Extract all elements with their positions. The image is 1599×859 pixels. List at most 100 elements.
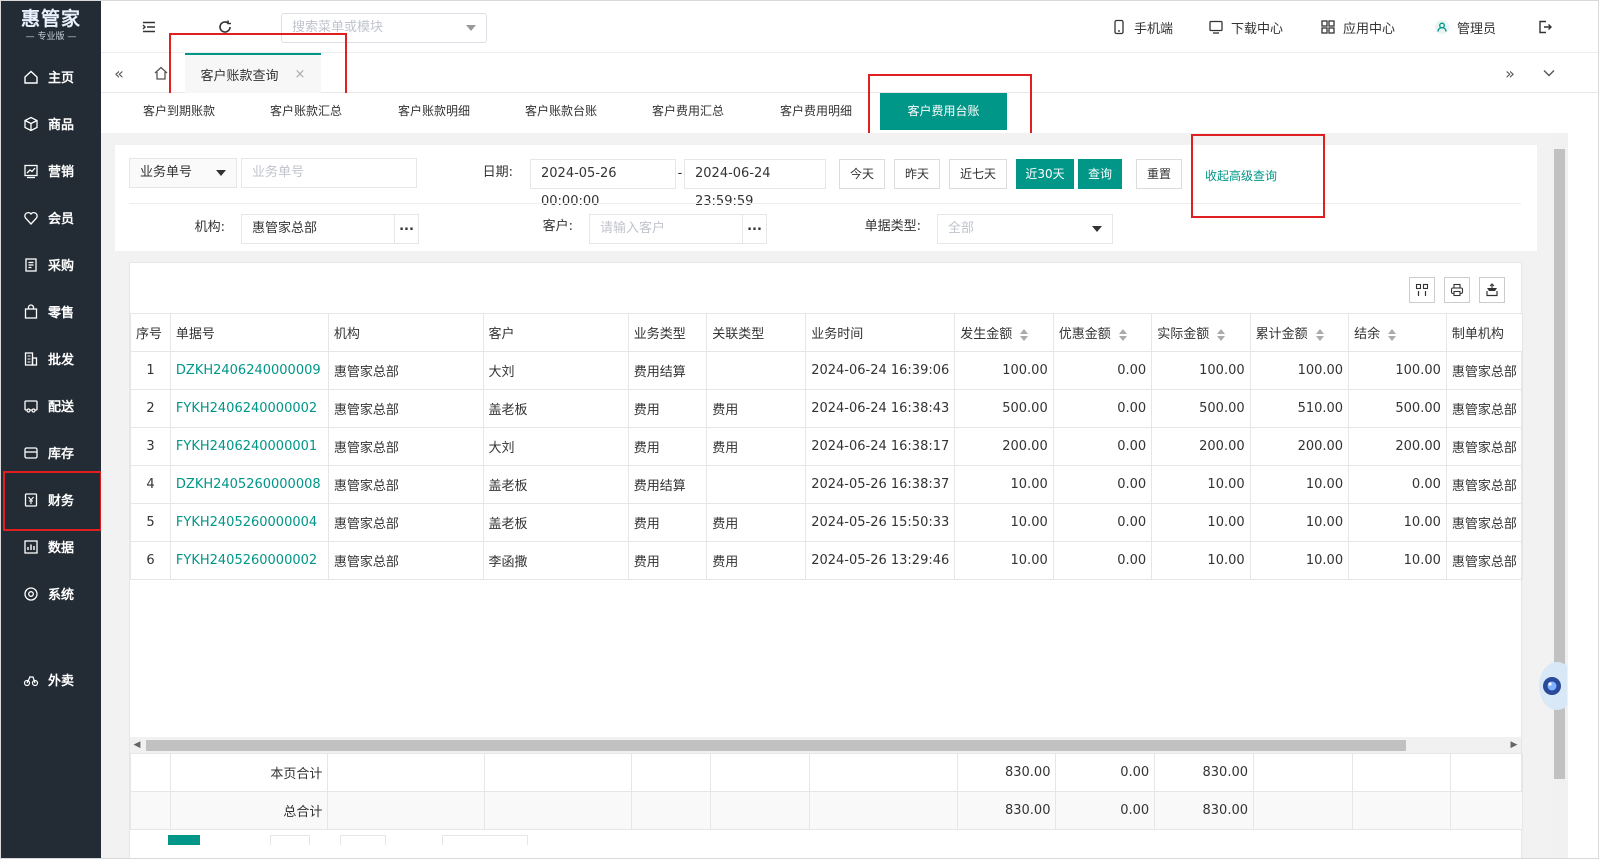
sort-icon[interactable] — [1217, 328, 1226, 341]
cell-discount: 0.00 — [1052, 541, 1153, 580]
vertical-scrollbar[interactable] — [1551, 133, 1568, 858]
cell-amount: 100.00 — [954, 351, 1054, 390]
doctype-select[interactable]: 全部 — [937, 214, 1113, 244]
sidebar-item-retail[interactable]: 零售 — [1, 288, 101, 335]
sidebar-item-home[interactable]: 主页 — [1, 53, 101, 100]
close-icon[interactable]: × — [295, 67, 306, 82]
sidebar-item-purchase[interactable]: 采购 — [1, 241, 101, 288]
reset-button[interactable]: 重置 — [1136, 159, 1182, 189]
download-center-link[interactable]: 下载中心 — [1208, 1, 1283, 53]
refresh-button[interactable] — [213, 15, 237, 39]
cell-balance: 0.00 — [1348, 465, 1447, 504]
sort-icon[interactable] — [1118, 328, 1128, 341]
user-menu[interactable]: 管理员 — [1434, 1, 1496, 53]
cell-doc-no[interactable]: DZKH2406240000009 — [169, 351, 329, 390]
pager-item[interactable] — [270, 835, 310, 845]
doctype-label: 单据类型: — [864, 219, 921, 234]
cell-doc-no[interactable]: FYKH2405260000004 — [169, 503, 329, 542]
cell-doc-no[interactable]: DZKH2405260000008 — [169, 465, 329, 504]
sidebar-item-data[interactable]: 数据 — [1, 523, 101, 570]
filter-panel: 业务单号 业务单号 日期: 2024-05-26 00:00:00 - 2024… — [115, 145, 1537, 251]
tabs-menu-button[interactable] — [1537, 61, 1561, 85]
sort-icon[interactable] — [1020, 328, 1029, 341]
sidebar-item-finance[interactable]: 财务 — [1, 476, 101, 523]
last-30-days-button[interactable]: 近30天 — [1016, 159, 1074, 189]
menu-search-select[interactable]: 搜索菜单或模块 — [281, 13, 487, 43]
pager-size-select[interactable] — [442, 835, 528, 845]
subtab-account-detail[interactable]: 客户账款明细 — [398, 93, 470, 130]
customer-input[interactable]: 请输入客户 ... — [589, 214, 767, 244]
table-row[interactable]: 6 FYKH2405260000002 惠管家总部 李函撒 费用 费用 2024-05-26… — [130, 541, 1523, 580]
col-header-related-type: 关联类型 — [706, 313, 807, 352]
doc-number-input[interactable]: 业务单号 — [241, 158, 417, 188]
sidebar-item-marketing[interactable]: 营销 — [1, 147, 101, 194]
table-header-row: 序号 单据号 机构 客户 业务类型 关联类型 业务时间 发生金额 优惠金额 实际… — [130, 313, 1523, 352]
cell-biz-time: 2024-06-24 16:38:17 — [805, 427, 956, 466]
sidebar-item-member[interactable]: 会员 — [1, 194, 101, 241]
cell-discount: 0.00 — [1052, 389, 1153, 428]
col-header-balance[interactable]: 结余 — [1348, 313, 1447, 352]
cell-actual: 10.00 — [1151, 541, 1251, 580]
tabs-scroll-left-button[interactable]: « — [107, 61, 131, 85]
scrollbar-thumb[interactable] — [146, 740, 1406, 751]
last-7-days-button[interactable]: 近七天 — [949, 159, 1007, 189]
export-button[interactable] — [1479, 277, 1505, 303]
query-button[interactable]: 查询 — [1078, 159, 1122, 189]
column-filter-button[interactable] — [1409, 277, 1435, 303]
scroll-right-arrow-icon[interactable]: ▶ — [1507, 737, 1521, 753]
sidebar-item-inventory[interactable]: 库存 — [1, 429, 101, 476]
menu-toggle-button[interactable] — [137, 15, 161, 39]
date-end-input[interactable]: 2024-06-24 23:59:59 — [684, 159, 826, 209]
col-header-amount[interactable]: 发生金额 — [954, 313, 1054, 352]
cell-org: 惠管家总部 — [327, 351, 484, 390]
pager-current-page[interactable] — [168, 835, 200, 845]
tabs-scroll-right-button[interactable]: » — [1498, 61, 1522, 85]
subtab-due-accounts[interactable]: 客户到期账款 — [143, 93, 215, 130]
collapse-advanced-query-link[interactable]: 收起高级查询 — [1205, 167, 1277, 184]
subtab-expense-summary[interactable]: 客户费用汇总 — [652, 93, 724, 130]
date-start-input[interactable]: 2024-05-26 00:00:00 — [530, 159, 676, 209]
sidebar-item-goods[interactable]: 商品 — [1, 100, 101, 147]
sidebar-item-label: 主页 — [48, 71, 75, 86]
subtab-account-ledger[interactable]: 客户账款台账 — [525, 93, 597, 130]
cell-actual: 10.00 — [1151, 465, 1251, 504]
sidebar-item-wholesale[interactable]: 批发 — [1, 335, 101, 382]
subtab-account-summary[interactable]: 客户账款汇总 — [270, 93, 342, 130]
cell-related-type: 费用 — [706, 389, 807, 428]
sidebar-item-takeout[interactable]: 外卖 — [1, 656, 101, 703]
col-header-actual[interactable]: 实际金额 — [1151, 313, 1251, 352]
org-input[interactable]: 惠管家总部 ... — [241, 214, 419, 244]
sidebar-item-system[interactable]: 系统 — [1, 570, 101, 617]
col-header-biz-type: 业务类型 — [627, 313, 708, 352]
print-button[interactable] — [1444, 277, 1470, 303]
col-header-discount[interactable]: 优惠金额 — [1052, 313, 1153, 352]
org-picker-button[interactable]: ... — [394, 214, 418, 244]
col-header-cumulative[interactable]: 累计金额 — [1249, 313, 1350, 352]
sort-icon[interactable] — [1388, 328, 1397, 341]
logout-button[interactable] — [1533, 15, 1557, 39]
yesterday-button[interactable]: 昨天 — [894, 159, 940, 189]
assistant-float-button[interactable] — [1533, 651, 1575, 721]
table-row[interactable]: 1 DZKH2406240000009 惠管家总部 大刘 费用结算 2024-06-24 … — [130, 351, 1523, 390]
home-tab-button[interactable] — [149, 61, 173, 85]
cell-doc-no[interactable]: FYKH2406240000001 — [169, 427, 329, 466]
search-field-select[interactable]: 业务单号 — [129, 158, 237, 188]
tab-customer-account-query[interactable]: 客户账款查询 × — [185, 53, 321, 93]
table-row[interactable]: 3 FYKH2406240000001 惠管家总部 大刘 费用 费用 2024-06-24 … — [130, 427, 1523, 466]
subtab-expense-detail[interactable]: 客户费用明细 — [780, 93, 852, 130]
today-button[interactable]: 今天 — [839, 159, 885, 189]
table-row[interactable]: 5 FYKH2405260000004 惠管家总部 盖老板 费用 费用 2024-05-26… — [130, 503, 1523, 542]
subtab-expense-ledger[interactable]: 客户费用台账 — [880, 93, 1007, 130]
table-row[interactable]: 2 FYKH2406240000002 惠管家总部 盖老板 费用 费用 2024-06-24… — [130, 389, 1523, 428]
sidebar-item-delivery[interactable]: 配送 — [1, 382, 101, 429]
cell-doc-no[interactable]: FYKH2405260000002 — [169, 541, 329, 580]
sort-icon[interactable] — [1315, 328, 1325, 341]
customer-picker-button[interactable]: ... — [742, 214, 766, 244]
horizontal-scrollbar[interactable]: ◀ ▶ — [130, 737, 1521, 753]
table-row[interactable]: 4 DZKH2405260000008 惠管家总部 盖老板 费用结算 2024-05-26… — [130, 465, 1523, 504]
scroll-left-arrow-icon[interactable]: ◀ — [130, 737, 144, 753]
pager-item[interactable] — [340, 835, 386, 845]
cell-doc-no[interactable]: FYKH2406240000002 — [169, 389, 329, 428]
app-center-link[interactable]: 应用中心 — [1320, 1, 1395, 53]
mobile-link[interactable]: 手机端 — [1111, 1, 1173, 53]
